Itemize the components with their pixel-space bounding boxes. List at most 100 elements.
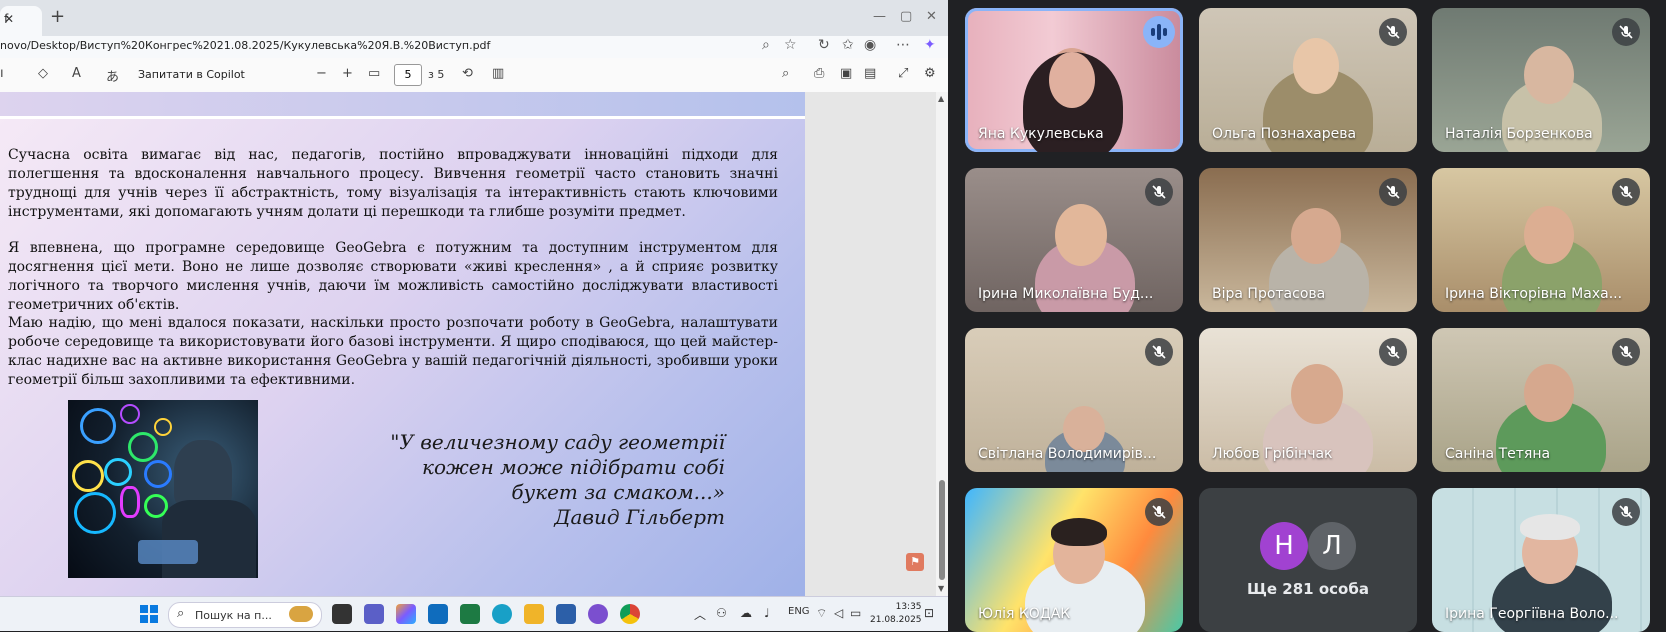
participant-tile[interactable]: Саніна Тетяна [1432, 328, 1650, 472]
scroll-up-icon[interactable]: ▲ [938, 94, 944, 103]
muted-mic-icon [1379, 338, 1407, 366]
participant-name: Ірина Георгіївна Воло... [1445, 606, 1619, 622]
chrome-icon[interactable] [620, 604, 640, 624]
tab-close-icon[interactable]: ✕ [4, 12, 14, 26]
volume-icon[interactable]: ◁ [834, 606, 843, 620]
copilot-app-icon[interactable] [396, 604, 416, 624]
zoom-in-icon[interactable]: + [342, 66, 353, 81]
participant-tile[interactable]: Віра Протасова [1199, 168, 1417, 312]
favorite-star-icon[interactable]: ☆ [784, 37, 797, 53]
participant-tile[interactable]: Ірина Миколаївна Буд... [965, 168, 1183, 312]
participant-name: Саніна Тетяна [1445, 446, 1551, 462]
participant-tile[interactable]: Яна Кукулевська [965, 8, 1183, 152]
more-menu-icon[interactable]: ⋯ [896, 37, 910, 53]
page-view-icon[interactable]: ▥ [492, 66, 504, 81]
settings-icon[interactable]: ⚙ [924, 66, 936, 81]
windows-taskbar: ⌕ Пошук на п... ︿ ⚇ ☁ ♩ ENG ⌔ ◁ ▭ 13:35 … [0, 596, 948, 631]
browser-tabbar: f ✕ + — ▢ ✕ [0, 0, 948, 36]
paragraph-3: Маю надію, що мені вдалося показати, нас… [8, 315, 778, 388]
microphone-icon[interactable]: ♩ [764, 606, 770, 620]
ask-copilot-button[interactable]: Запитати в Copilot [138, 68, 245, 81]
refresh-icon[interactable]: ↻ [818, 37, 830, 53]
page-number-input[interactable]: 5 [394, 64, 422, 86]
participant-tile[interactable]: Любов Грібінчак [1199, 328, 1417, 472]
task-view-icon[interactable] [332, 604, 352, 624]
quote-line-3: букет за смаком...» [511, 480, 725, 504]
draw-icon[interactable]: ı [0, 66, 4, 81]
find-icon[interactable]: ⌕ [782, 66, 789, 81]
quote-line-2: кожен може підібрати собі [422, 455, 725, 479]
edge-icon[interactable] [492, 604, 512, 624]
fit-page-icon[interactable]: ▭ [368, 66, 380, 81]
muted-mic-icon [1145, 178, 1173, 206]
participant-tile[interactable]: Ольга Познахарева [1199, 8, 1417, 152]
save-as-icon[interactable]: ▤ [864, 66, 876, 81]
minimize-icon[interactable]: — [873, 9, 886, 24]
save-icon[interactable]: ▣ [840, 66, 852, 81]
quote-line-1: "У величезному саду геометрії [390, 430, 725, 454]
notifications-icon[interactable]: ⊡ [924, 606, 934, 620]
pdf-page: Сучасна освіта вимагає від нас, педагогі… [0, 92, 805, 596]
translate-icon[interactable]: あ [106, 66, 119, 85]
hilbert-quote: "У величезному саду геометрії кожен може… [330, 430, 725, 530]
scroll-down-icon[interactable]: ▼ [938, 584, 944, 593]
maximize-icon[interactable]: ▢ [900, 9, 912, 24]
shared-screen: f ✕ + — ▢ ✕ novo/Desktop/Виступ%20Конгре… [0, 0, 948, 631]
rotate-icon[interactable]: ⟲ [462, 66, 473, 81]
participant-tile[interactable]: Наталія Борзенкова [1432, 8, 1650, 152]
zoom-out-icon[interactable]: − [316, 66, 327, 81]
muted-mic-icon [1612, 18, 1640, 46]
cloud-icon[interactable]: ☁ [740, 606, 752, 620]
more-participants-label: Ще 281 особа [1247, 580, 1369, 598]
address-bar[interactable]: novo/Desktop/Виступ%20Конгрес%2021.08.20… [0, 36, 948, 58]
muted-mic-icon [1612, 178, 1640, 206]
tray-app-icon[interactable]: ⚇ [716, 606, 727, 620]
read-aloud-icon[interactable]: A [72, 66, 81, 81]
muted-mic-icon [1145, 338, 1173, 366]
participant-tile[interactable]: Юлія КОДАК [965, 488, 1183, 632]
eraser-icon[interactable]: ◇ [38, 66, 48, 81]
clock-date: 21.08.2025 [870, 615, 922, 625]
profile-icon[interactable]: ◉ [864, 37, 876, 53]
teams-icon[interactable] [364, 604, 384, 624]
copilot-icon[interactable]: ✦ [924, 37, 936, 53]
windows-start-icon[interactable] [140, 605, 158, 623]
search-icon: ⌕ [177, 606, 185, 621]
tray-chevron-icon[interactable]: ︿ [694, 606, 706, 623]
outlook-icon[interactable] [428, 604, 448, 624]
close-window-icon[interactable]: ✕ [926, 9, 937, 24]
wifi-icon[interactable]: ⌔ [816, 606, 827, 621]
taskbar-search[interactable]: ⌕ Пошук на п... [168, 602, 322, 628]
battery-icon[interactable]: ▭ [850, 606, 861, 620]
participant-name: Любов Грібінчак [1212, 446, 1333, 462]
zoom-icon[interactable]: ⌕ [762, 37, 770, 53]
pdf-toolbar: ı ◇ A あ Запитати в Copilot − + ▭ 5 з 5 ⟲… [0, 58, 948, 93]
participant-tile[interactable]: Ірина Вікторівна Маха... [1432, 168, 1650, 312]
new-tab-icon[interactable]: + [50, 6, 65, 27]
muted-mic-icon [1612, 338, 1640, 366]
muted-mic-icon [1379, 178, 1407, 206]
language-indicator[interactable]: ENG [788, 606, 810, 617]
more-participants-tile[interactable]: Н Л Ще 281 особа [1199, 488, 1417, 632]
print-icon[interactable]: ⎙ [814, 66, 824, 81]
participant-name: Ольга Познахарева [1212, 126, 1357, 142]
system-clock[interactable]: 13:35 21.08.2025 [870, 601, 922, 627]
store-icon[interactable] [556, 604, 576, 624]
muted-mic-icon [1612, 498, 1640, 526]
favorites-icon[interactable]: ✩ [842, 37, 854, 53]
avatar: Л [1308, 522, 1356, 570]
page-total: з 5 [428, 68, 445, 81]
participant-tile[interactable]: Світлана Володимирів... [965, 328, 1183, 472]
excel-icon[interactable] [460, 604, 480, 624]
viber-icon[interactable] [588, 604, 608, 624]
fullscreen-icon[interactable]: ⤢ [898, 66, 908, 81]
scrollbar-thumb[interactable] [939, 480, 945, 580]
muted-mic-icon [1145, 498, 1173, 526]
file-explorer-icon[interactable] [524, 604, 544, 624]
paragraph-1: Сучасна освіта вимагає від нас, педагогі… [8, 147, 778, 220]
url-text[interactable]: novo/Desktop/Виступ%20Конгрес%2021.08.20… [0, 39, 490, 52]
browser-tab[interactable]: f ✕ [0, 6, 42, 36]
pdf-document-view[interactable]: Сучасна освіта вимагає від нас, педагогі… [0, 92, 936, 596]
pdf-scrollbar[interactable]: ▲ ▼ [936, 92, 948, 596]
participant-tile[interactable]: Ірина Георгіївна Воло... [1432, 488, 1650, 632]
